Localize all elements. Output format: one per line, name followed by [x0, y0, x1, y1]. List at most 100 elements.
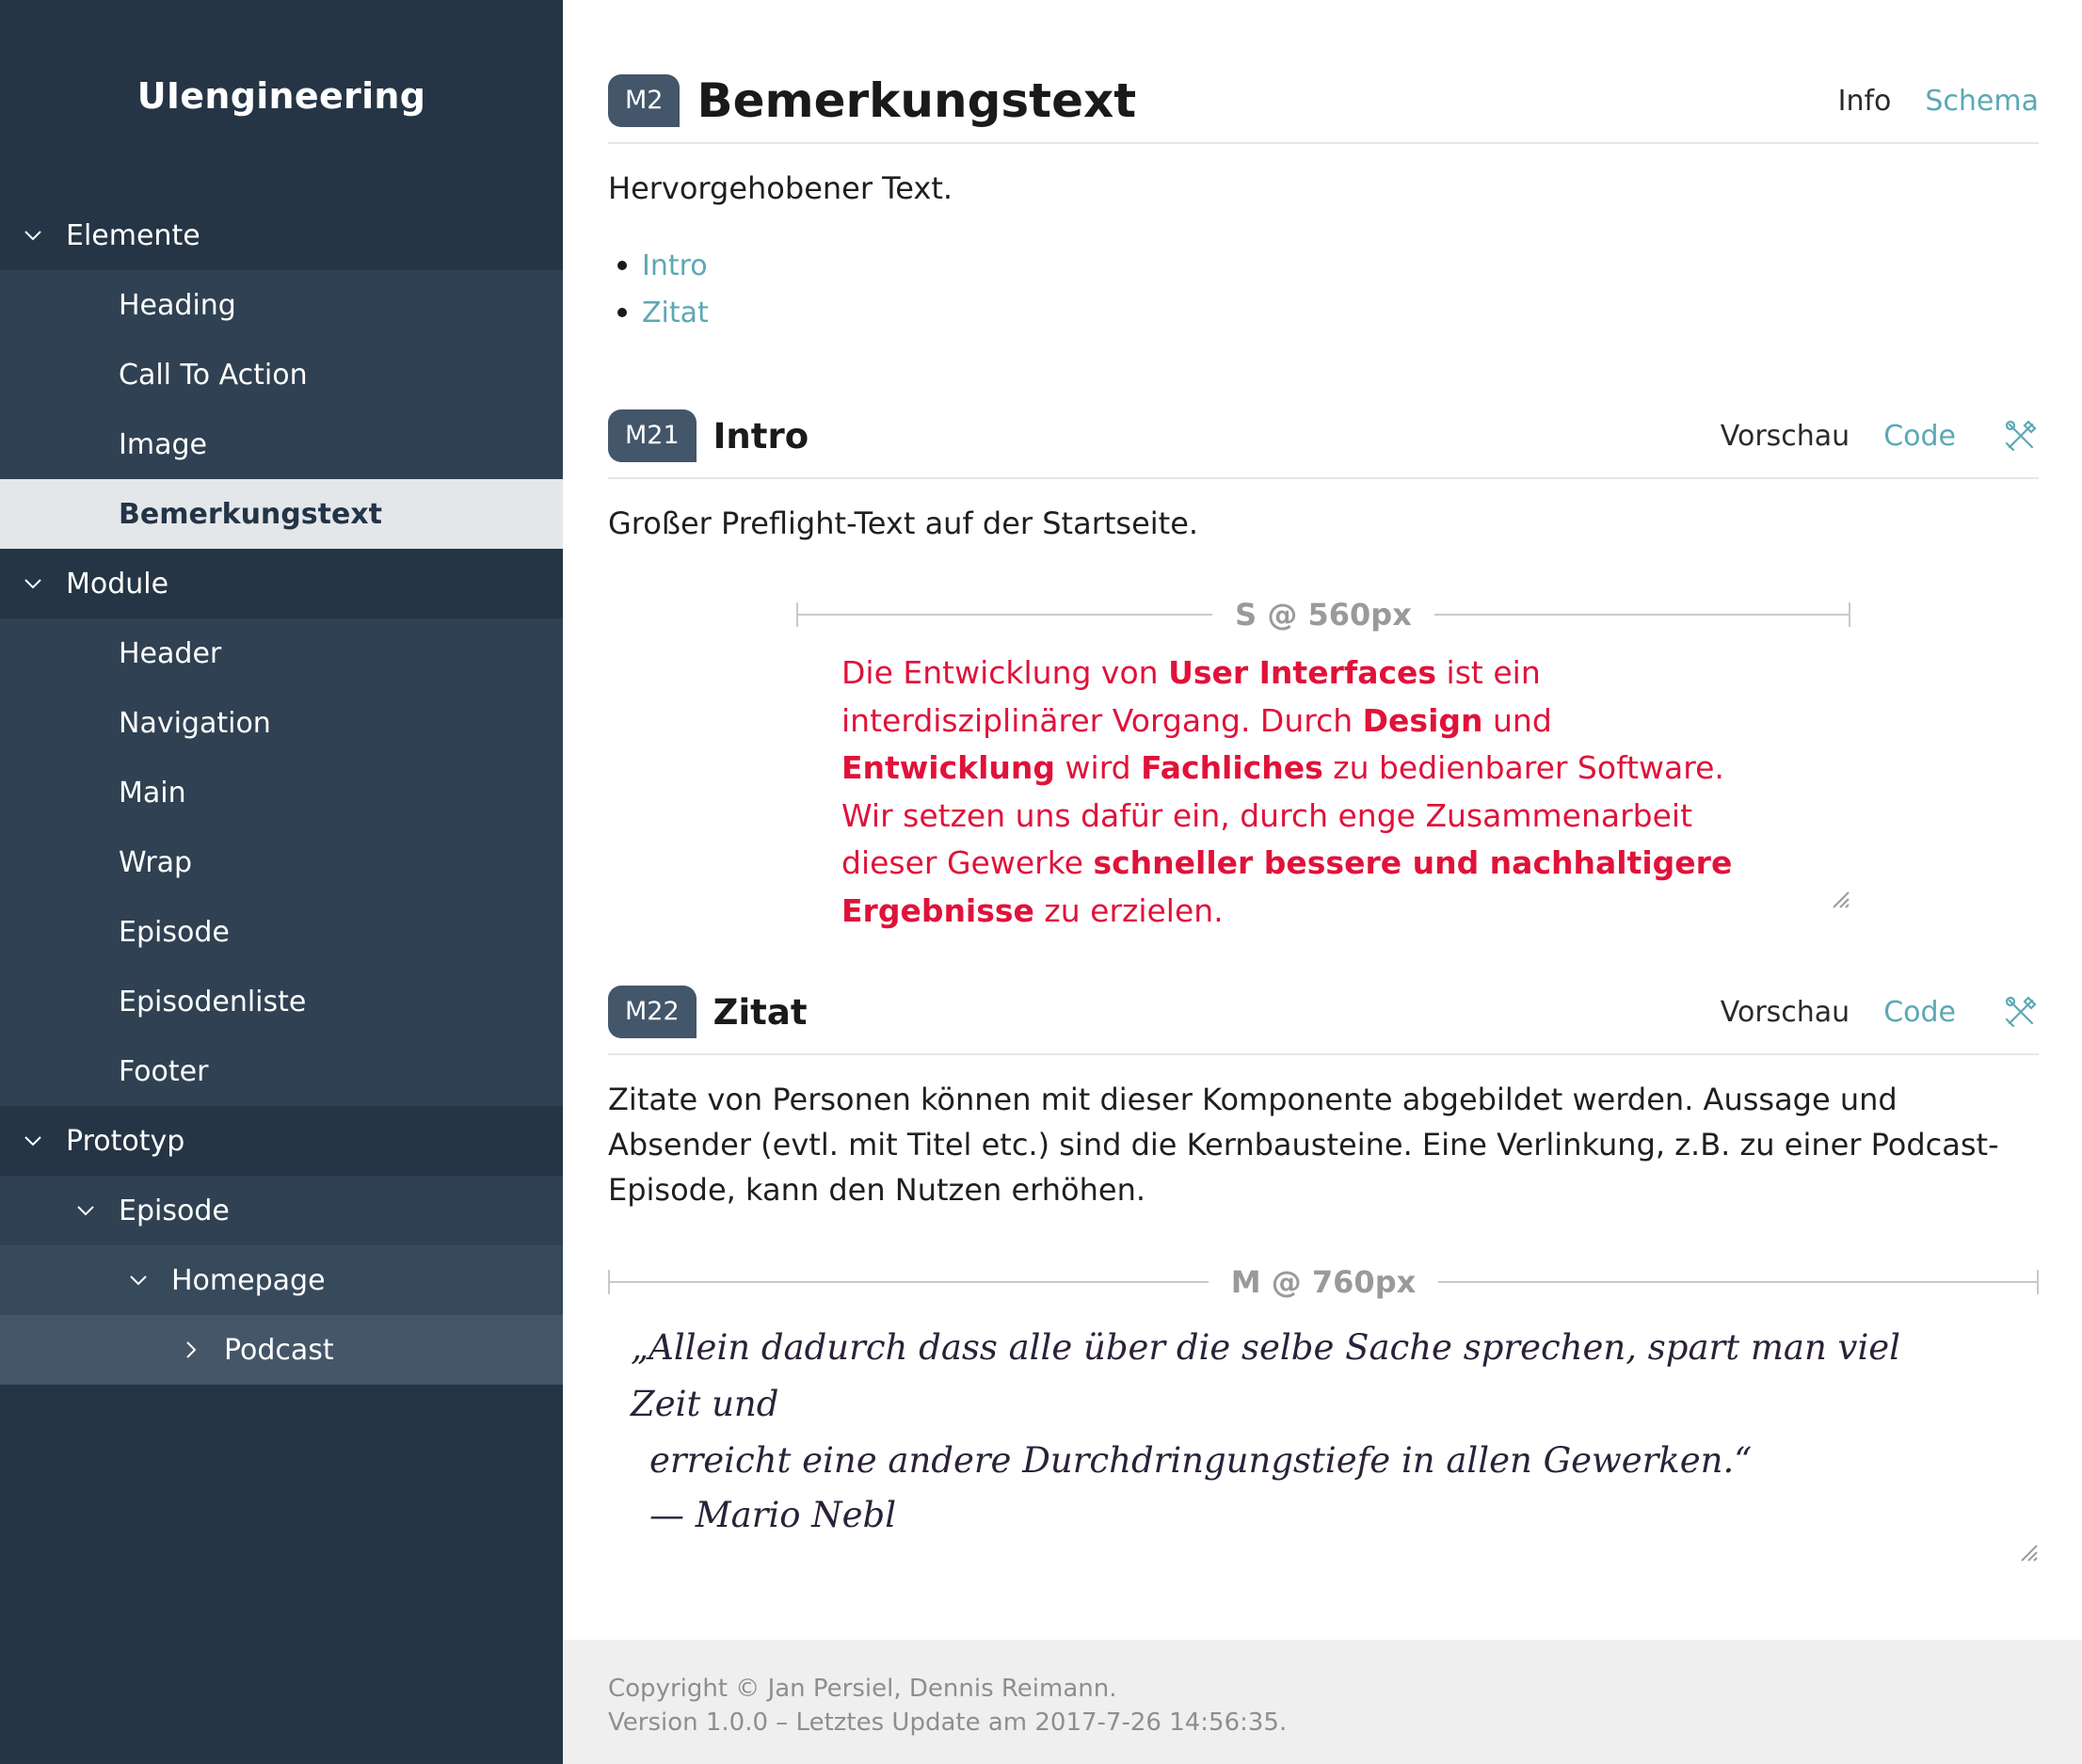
sidebar-group-elemente[interactable]: Elemente: [0, 200, 563, 270]
sidebar-item-call-to-action[interactable]: Call To Action: [0, 340, 563, 409]
preview-text-bold: User Interfaces: [1168, 654, 1437, 691]
viewport-size-indicator: M @ 760px: [608, 1264, 2039, 1300]
section-description: Großer Preflight-Text auf der Startseite…: [608, 505, 1199, 541]
sidebar-group-prototyp[interactable]: Prototyp: [0, 1106, 563, 1176]
tab-info[interactable]: Info: [1838, 85, 1892, 118]
page-title: Bemerkungstext: [697, 73, 1137, 128]
page-description: Hervorgehobener Text.: [608, 170, 953, 206]
code-link[interactable]: Code: [1883, 420, 1956, 453]
sidebar-item-heading[interactable]: Heading: [0, 270, 563, 340]
sidebar-item-label: Elemente: [66, 218, 200, 252]
sidebar-item-label: Image: [119, 427, 207, 461]
section-header-zitat: M22 Zitat Vorschau Code: [608, 986, 2039, 1038]
footer: Copyright © Jan Persiel, Dennis Reimann.…: [563, 1640, 2082, 1764]
sidebar-item-image[interactable]: Image: [0, 409, 563, 479]
page-header: M2 Bemerkungstext Info Schema: [608, 73, 2039, 128]
sidebar-item-label: Call To Action: [119, 358, 308, 392]
page-tabs: Info Schema: [1838, 85, 2039, 118]
ruler-tick: [1849, 602, 1851, 627]
ruler-line: [798, 614, 1213, 616]
bullet-icon: [617, 261, 627, 270]
brand-title[interactable]: UIengineering: [0, 75, 563, 117]
sidebar-item-label: Prototyp: [66, 1124, 185, 1158]
preview-text-segment: zu erzielen.: [1033, 891, 1224, 929]
footer-copyright: Copyright © Jan Persiel, Dennis Reimann.: [608, 1675, 1117, 1703]
toc-item-intro: Intro: [617, 242, 709, 289]
chevron-down-icon: [73, 1198, 98, 1223]
section-actions: Vorschau Code: [1721, 994, 2039, 1030]
sidebar-item-label: Wrap: [119, 845, 193, 879]
preview-text-segment: wird: [1055, 749, 1142, 786]
sidebar-item-label: Episode: [119, 915, 230, 949]
divider: [608, 142, 2039, 144]
resize-handle-icon[interactable]: [1832, 890, 1850, 909]
sidebar-item-label: Homepage: [171, 1263, 326, 1297]
sidebar-item-wrap[interactable]: Wrap: [0, 827, 563, 897]
resize-handle-icon[interactable]: [2020, 1544, 2039, 1563]
sidebar-item-homepage[interactable]: Homepage: [0, 1245, 563, 1315]
vorschau-link[interactable]: Vorschau: [1721, 996, 1850, 1029]
ruler-tick: [2037, 1270, 2039, 1294]
sidebar-item-label: Episodenliste: [119, 985, 307, 1018]
sidebar-item-main[interactable]: Main: [0, 758, 563, 827]
code-link[interactable]: Code: [1883, 996, 1956, 1029]
toc-item-zitat: Zitat: [617, 289, 709, 336]
chevron-down-icon: [21, 223, 45, 248]
quote-text-line: erreicht eine andere Durchdringungstiefe…: [649, 1440, 1753, 1481]
sidebar-item-episode[interactable]: Episode: [0, 897, 563, 967]
sidebar-item-label: Podcast: [224, 1333, 334, 1367]
section-header-intro: M21 Intro Vorschau Code: [608, 409, 2039, 462]
footer-version: Version 1.0.0 – Letztes Update am 2017-7…: [608, 1708, 1288, 1737]
main-content: M2 Bemerkungstext Info Schema Hervorgeho…: [563, 0, 2082, 1764]
sidebar-item-label: Navigation: [119, 706, 271, 740]
toc-list: Intro Zitat: [617, 242, 709, 336]
sidebar-item-label: Heading: [119, 288, 236, 322]
tab-schema[interactable]: Schema: [1925, 85, 2039, 118]
tools-icon[interactable]: [2003, 418, 2039, 454]
section-badge: M22: [608, 986, 697, 1038]
sidebar-item-header[interactable]: Header: [0, 618, 563, 688]
preview-text-segment: Die Entwicklung von: [841, 654, 1169, 691]
footer-text: Copyright © Jan Persiel, Dennis Reimann.…: [608, 1672, 1287, 1740]
section-title: Intro: [713, 415, 809, 457]
sidebar-item-label: Episode: [119, 1194, 230, 1227]
sidebar: UIengineering Elemente Heading Call To A…: [0, 0, 563, 1764]
sidebar-item-footer[interactable]: Footer: [0, 1036, 563, 1106]
toc-link-intro[interactable]: Intro: [642, 249, 708, 282]
viewport-size-label: S @ 560px: [1235, 597, 1412, 633]
chevron-right-icon: [179, 1338, 203, 1362]
ruler-line: [1438, 1281, 2037, 1283]
ruler-line: [610, 1281, 1209, 1283]
chevron-down-icon: [21, 571, 45, 596]
section-description: Zitate von Personen können mit dieser Ko…: [608, 1082, 1999, 1208]
section-actions: Vorschau Code: [1721, 418, 2039, 454]
chevron-down-icon: [21, 1129, 45, 1153]
sidebar-item-label: Footer: [119, 1054, 209, 1088]
sidebar-item-label: Bemerkungstext: [119, 497, 382, 531]
preview-text-segment: und: [1482, 701, 1552, 739]
divider: [608, 1053, 2039, 1055]
tools-icon[interactable]: [2003, 994, 2039, 1030]
sidebar-item-episodenliste[interactable]: Episodenliste: [0, 967, 563, 1036]
quote-text-line: „Allein dadurch dass alle über die selbe…: [631, 1327, 1901, 1424]
sidebar-item-podcast[interactable]: Podcast: [0, 1315, 563, 1385]
viewport-size-indicator: S @ 560px: [796, 597, 1851, 633]
sidebar-group-module[interactable]: Module: [0, 549, 563, 618]
sidebar-item-bemerkungstext[interactable]: Bemerkungstext: [0, 479, 563, 549]
viewport-size-label: M @ 760px: [1230, 1264, 1417, 1300]
bullet-icon: [617, 308, 627, 317]
preview-text-bold: Entwicklung: [841, 749, 1056, 786]
sidebar-item-label: Module: [66, 567, 169, 601]
quote-block: „Allein dadurch dass alle über die selbe…: [631, 1320, 1967, 1544]
section-badge: M21: [608, 409, 697, 462]
sidebar-item-prototyp-episode[interactable]: Episode: [0, 1176, 563, 1245]
toc-link-zitat[interactable]: Zitat: [642, 297, 709, 329]
preview-text-bold: Fachliches: [1141, 749, 1323, 786]
divider: [608, 477, 2039, 479]
page-badge: M2: [608, 74, 681, 127]
sidebar-item-navigation[interactable]: Navigation: [0, 688, 563, 758]
sidebar-item-label: Header: [119, 636, 222, 670]
intro-preview-text: Die Entwicklung von User Interfaces ist …: [841, 649, 1764, 935]
preview-text-bold: Design: [1362, 701, 1483, 739]
vorschau-link[interactable]: Vorschau: [1721, 420, 1850, 453]
